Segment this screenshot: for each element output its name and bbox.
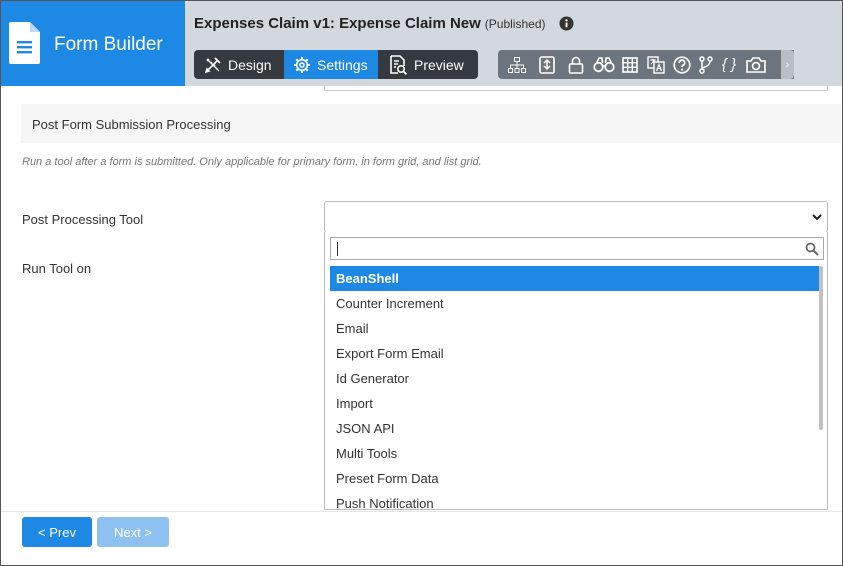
binoculars-icon[interactable] bbox=[592, 50, 616, 79]
dropdown-search-input[interactable] bbox=[330, 237, 824, 260]
section-header: Post Form Submission Processing bbox=[21, 104, 841, 143]
top-bar: Expenses Claim v1: Expense Claim New (Pub… bbox=[185, 1, 842, 86]
form-title: Expenses Claim v1: Expense Claim New (Pub… bbox=[194, 15, 546, 32]
code-braces-icon[interactable]: { } bbox=[718, 50, 740, 79]
pencil-ruler-icon bbox=[204, 56, 221, 73]
dropdown-option[interactable]: Email bbox=[330, 316, 819, 341]
tools-toolbar: { } bbox=[498, 50, 794, 79]
dropdown-option[interactable]: Id Generator bbox=[330, 366, 819, 391]
preview-tab-label: Preview bbox=[414, 56, 464, 73]
dropdown-option[interactable]: BeanShell bbox=[330, 266, 819, 291]
document-icon bbox=[9, 22, 40, 64]
dropdown-option[interactable]: JSON API bbox=[330, 416, 819, 441]
brand-panel: Form Builder bbox=[1, 1, 185, 86]
design-tab-label: Design bbox=[228, 56, 272, 73]
preview-tab[interactable]: Preview bbox=[378, 50, 478, 79]
post-processing-tool-label: Post Processing Tool bbox=[22, 212, 144, 227]
form-title-text: Expenses Claim v1: Expense Claim New bbox=[194, 15, 481, 32]
design-tab[interactable]: Design bbox=[194, 50, 284, 79]
brand-title: Form Builder bbox=[54, 34, 163, 55]
search-icon bbox=[805, 242, 819, 256]
form-status: (Published) bbox=[484, 17, 546, 31]
next-button[interactable]: Next > bbox=[97, 517, 169, 547]
tool-dropdown: BeanShell Counter Increment Email Export… bbox=[324, 232, 828, 510]
dropdown-option[interactable]: Preset Form Data bbox=[330, 466, 819, 491]
settings-tab[interactable]: Settings bbox=[284, 50, 378, 79]
camera-icon[interactable] bbox=[744, 50, 768, 79]
lock-icon[interactable] bbox=[564, 50, 588, 79]
dropdown-option[interactable]: Multi Tools bbox=[330, 441, 819, 466]
dropdown-option[interactable]: Push Notification bbox=[330, 491, 819, 509]
text-cursor bbox=[337, 242, 338, 256]
footer-divider bbox=[1, 511, 842, 512]
post-processing-tool-select[interactable] bbox=[324, 201, 828, 233]
form-import-icon[interactable] bbox=[535, 50, 559, 79]
grid-icon[interactable] bbox=[618, 50, 642, 79]
section-description: Run a tool after a form is submitted. On… bbox=[22, 156, 482, 168]
gear-icon bbox=[294, 56, 310, 73]
chevron-down-icon bbox=[812, 214, 822, 221]
dropdown-options: BeanShell Counter Increment Email Export… bbox=[330, 266, 819, 509]
document-search-icon bbox=[390, 54, 408, 75]
previous-field-edge bbox=[324, 86, 828, 91]
prev-button[interactable]: < Prev bbox=[22, 517, 92, 547]
settings-tab-label: Settings bbox=[317, 56, 368, 73]
sitemap-icon[interactable] bbox=[505, 50, 529, 79]
app-window: Form Builder Expenses Claim v1: Expense … bbox=[0, 0, 843, 566]
mode-switcher: Design Settings Preview bbox=[194, 50, 478, 79]
dropdown-scrollbar[interactable] bbox=[819, 266, 823, 430]
scroll-right-icon[interactable]: › bbox=[781, 50, 794, 79]
dropdown-option[interactable]: Export Form Email bbox=[330, 341, 819, 366]
run-tool-on-label: Run Tool on bbox=[22, 261, 92, 276]
help-icon[interactable] bbox=[670, 50, 694, 79]
branch-icon[interactable] bbox=[694, 50, 718, 79]
dropdown-option[interactable]: Import bbox=[330, 391, 819, 416]
translate-icon[interactable] bbox=[644, 50, 668, 79]
dropdown-option[interactable]: Counter Increment bbox=[330, 291, 819, 316]
info-icon[interactable] bbox=[559, 16, 574, 31]
